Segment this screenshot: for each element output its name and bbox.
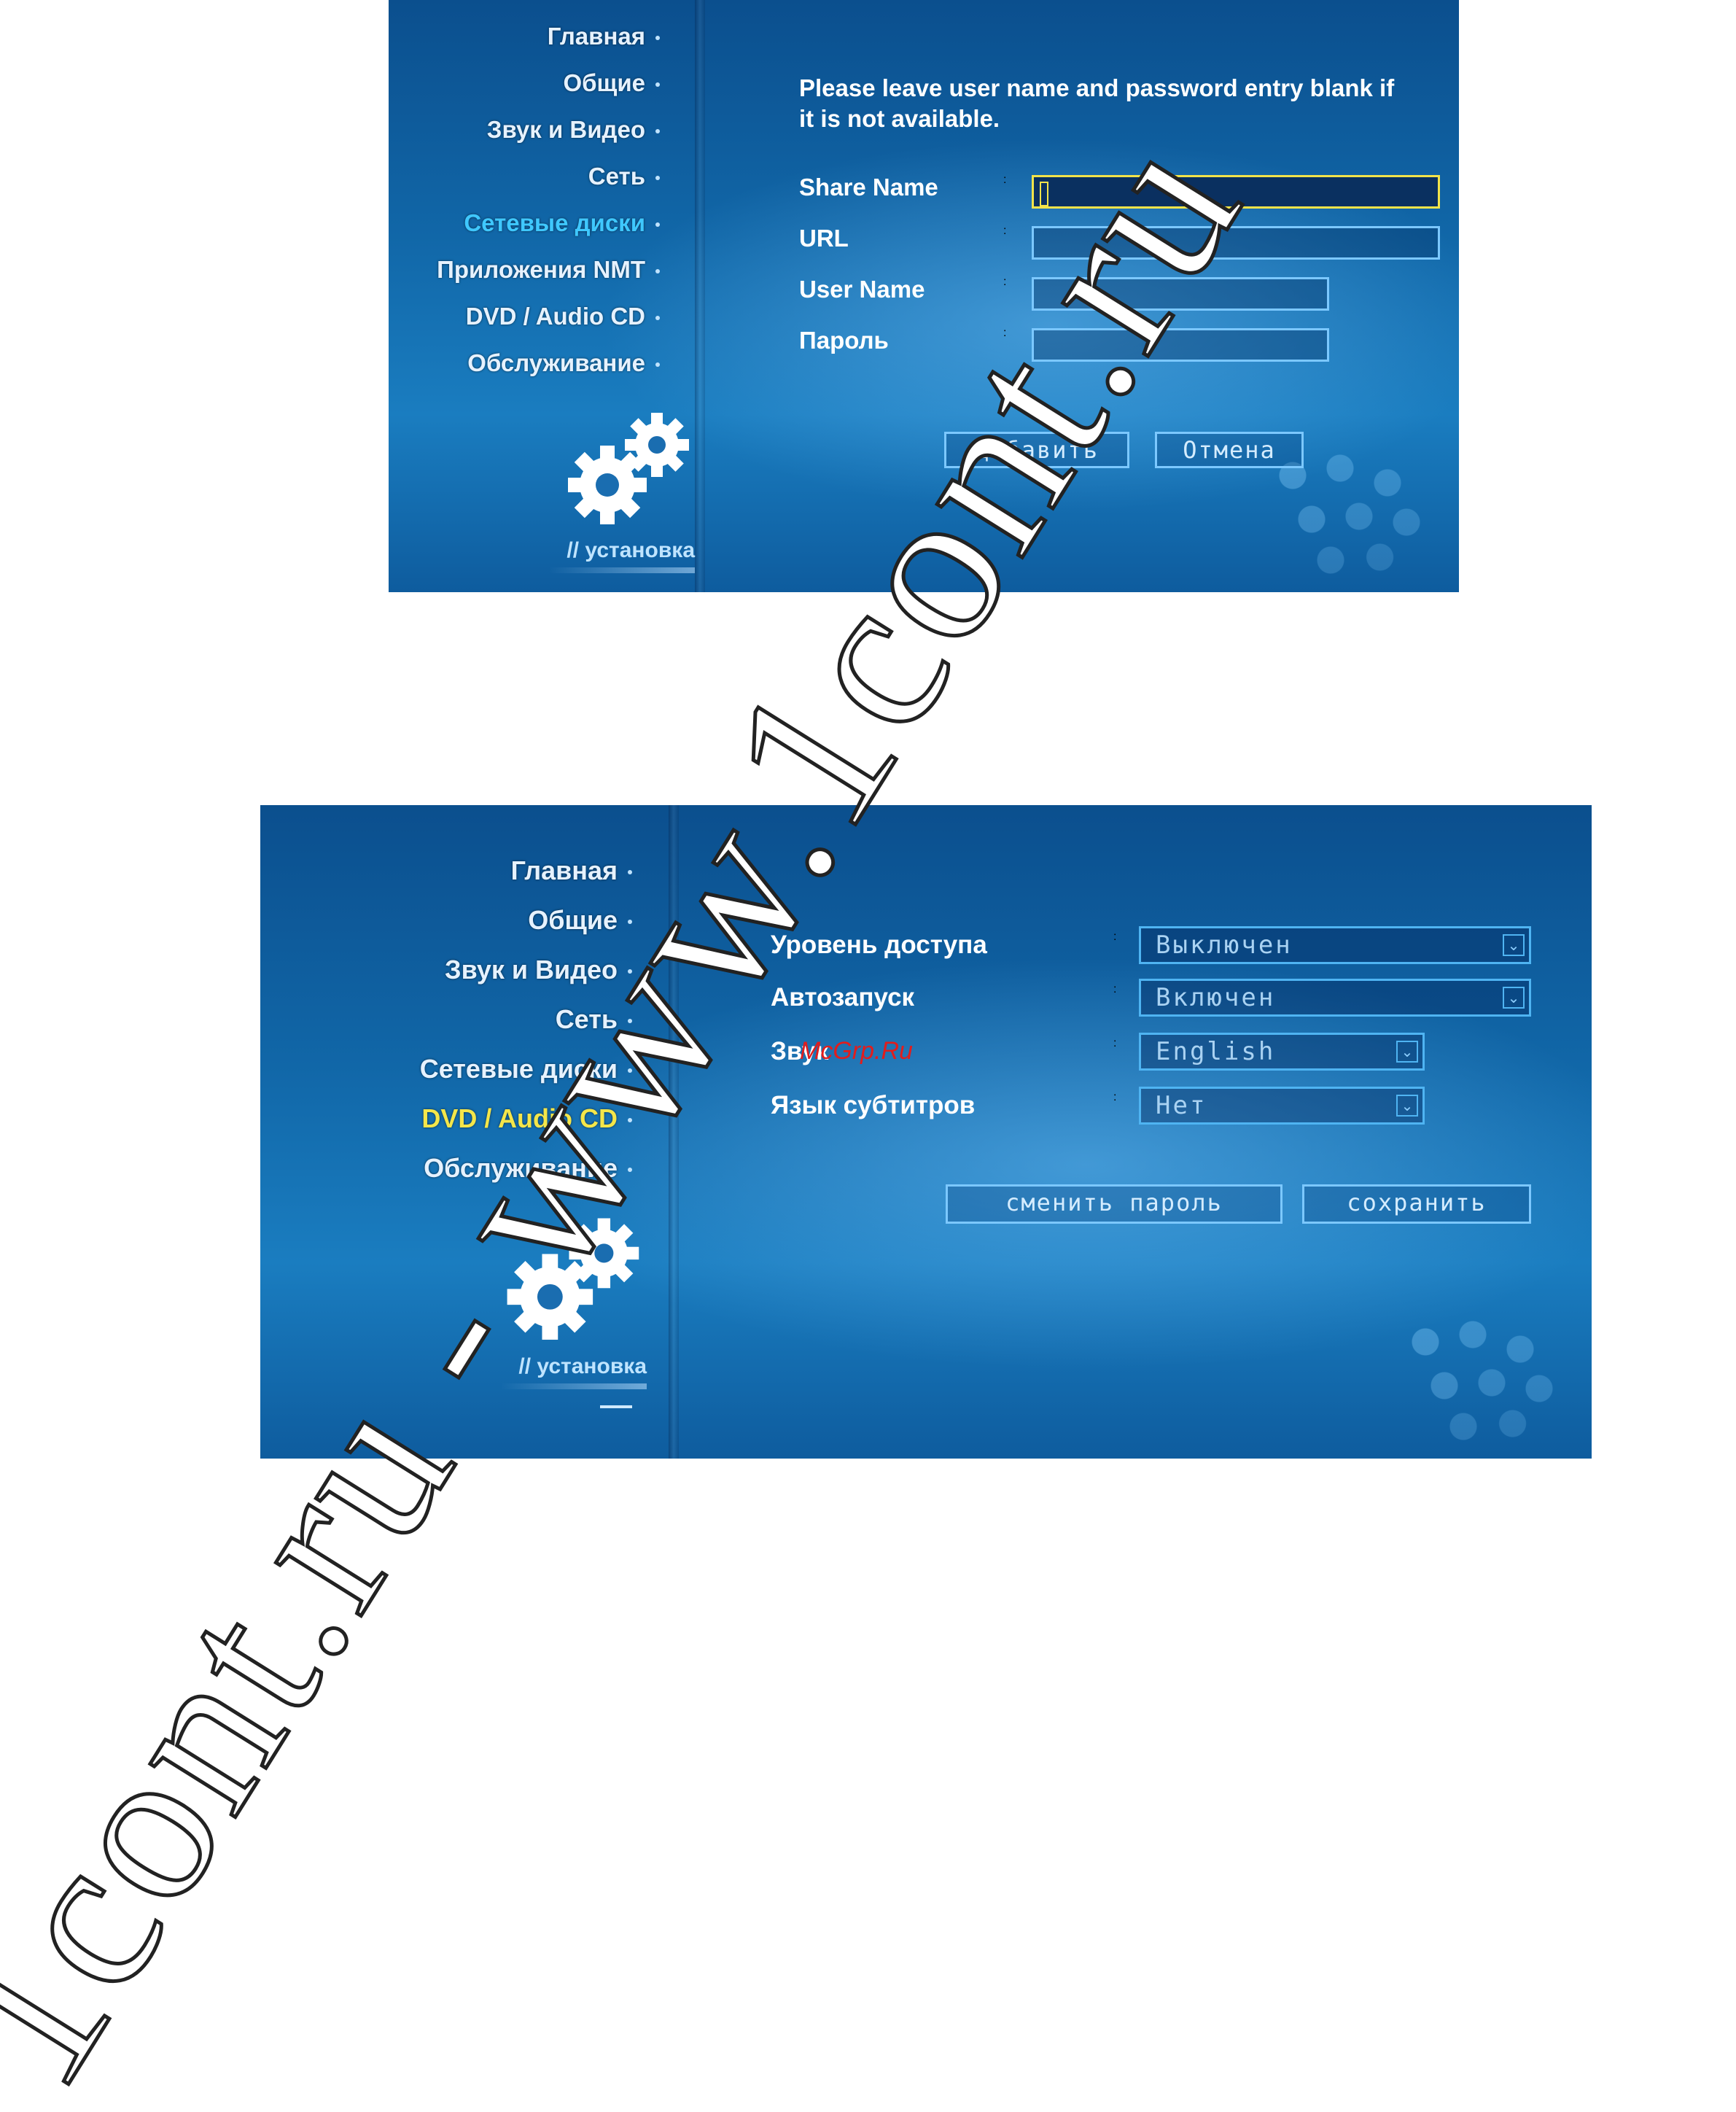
dvd-audio-cd-settings-screen: Главная Общие Звук и Видео Сеть Сетевые …: [260, 805, 1592, 1459]
menu-bullet-icon: [655, 129, 660, 134]
section-underline: [501, 1383, 647, 1389]
chevron-down-icon[interactable]: ⌄: [1503, 934, 1525, 956]
colon: :: [1113, 1091, 1117, 1103]
user-name-input[interactable]: [1032, 277, 1329, 311]
menu-bullet-icon: [628, 1118, 632, 1123]
menu-item-network-shares[interactable]: Сетевые диски: [396, 207, 695, 254]
password-row: Пароль: [799, 327, 889, 354]
gears-icon: [568, 413, 689, 524]
panel-divider: [669, 805, 679, 1459]
scroll-indicator: [600, 1405, 632, 1408]
user-name-row: User Name: [799, 276, 925, 303]
parental-level-label: Уровень доступа: [771, 931, 987, 959]
menu-item-main[interactable]: Главная: [289, 853, 647, 903]
section-underline: [549, 567, 695, 573]
section-label: // установка: [518, 1354, 647, 1378]
chevron-down-icon[interactable]: ⌄: [1503, 987, 1525, 1009]
colon: :: [1003, 276, 1007, 288]
autoplay-label: Автозапуск: [771, 983, 915, 1012]
password-label: Пароль: [799, 327, 889, 354]
menu-item-nmt-apps[interactable]: Приложения NMT: [396, 254, 695, 300]
menu-bullet-icon: [628, 920, 632, 925]
gears-icon: [507, 1218, 639, 1340]
chevron-down-icon[interactable]: ⌄: [1396, 1041, 1418, 1063]
menu-bullet-icon: [655, 222, 660, 228]
url-label: URL: [799, 225, 849, 252]
chevron-down-icon[interactable]: ⌄: [1396, 1095, 1418, 1117]
autoplay-select[interactable]: Включен ⌄: [1139, 979, 1531, 1017]
change-password-button[interactable]: сменить пароль: [946, 1184, 1282, 1224]
subtitle-language-value: Нет: [1156, 1091, 1207, 1120]
colon: :: [1113, 983, 1117, 995]
colon: :: [1113, 1037, 1117, 1049]
menu-item-maintenance[interactable]: Обслуживание: [289, 1151, 647, 1200]
menu-bullet-icon: [655, 36, 660, 41]
share-name-input[interactable]: [1032, 175, 1440, 209]
menu-item-network[interactable]: Сеть: [396, 160, 695, 207]
cancel-button[interactable]: Отмена: [1155, 432, 1304, 468]
share-name-label: Share Name: [799, 174, 938, 201]
info-message: Please leave user name and password entr…: [799, 74, 1395, 132]
colon: :: [1003, 327, 1007, 339]
user-name-label: User Name: [799, 276, 925, 303]
menu-item-audio-video[interactable]: Звук и Видео: [289, 952, 647, 1002]
menu-bullet-icon: [628, 1019, 632, 1024]
menu-bullet-icon: [655, 176, 660, 181]
subtitle-language-label: Язык субтитров: [771, 1091, 976, 1119]
colon: :: [1003, 225, 1007, 237]
menu-bullet-icon: [628, 870, 632, 875]
menu-bullet-icon: [655, 269, 660, 274]
url-input[interactable]: [1032, 226, 1440, 260]
setup-section-badge: // установка: [527, 408, 695, 573]
menu-item-network[interactable]: Сеть: [289, 1002, 647, 1052]
network-share-add-screen: Главная Общие Звук и Видео Сеть Сетевые …: [389, 0, 1459, 592]
share-name-row: Share Name: [799, 174, 938, 201]
menu-item-audio-video[interactable]: Звук и Видео: [396, 114, 695, 160]
settings-menu: Главная Общие Звук и Видео Сеть Сетевые …: [289, 853, 647, 1200]
menu-item-maintenance[interactable]: Обслуживание: [396, 347, 695, 394]
save-button[interactable]: сохранить: [1302, 1184, 1531, 1224]
colon: :: [1113, 931, 1117, 943]
password-input[interactable]: [1032, 328, 1329, 362]
parental-level-select[interactable]: Выключен ⌄: [1139, 926, 1531, 964]
section-label: // установка: [567, 538, 695, 562]
menu-bullet-icon: [655, 316, 660, 321]
menu-item-dvd-audio-cd[interactable]: DVD / Audio CD: [289, 1101, 647, 1151]
menu-item-network-shares[interactable]: Сетевые диски: [289, 1052, 647, 1101]
settings-menu: Главная Общие Звук и Видео Сеть Сетевые …: [396, 20, 695, 394]
menu-item-dvd-audio-cd[interactable]: DVD / Audio CD: [396, 300, 695, 347]
background-dots: [1387, 1298, 1577, 1444]
audio-language-value: English: [1156, 1037, 1276, 1066]
watermark-label: McGrp.Ru: [800, 1037, 913, 1065]
menu-bullet-icon: [628, 1068, 632, 1074]
audio-language-select[interactable]: English ⌄: [1139, 1033, 1425, 1071]
menu-item-general[interactable]: Общие: [396, 67, 695, 114]
menu-bullet-icon: [628, 969, 632, 974]
menu-item-general[interactable]: Общие: [289, 903, 647, 952]
add-button[interactable]: добавить: [944, 432, 1129, 468]
setup-section-badge: // установка: [472, 1214, 647, 1408]
panel-divider: [695, 0, 705, 592]
subtitle-language-select[interactable]: Нет ⌄: [1139, 1087, 1425, 1125]
autoplay-value: Включен: [1156, 983, 1276, 1012]
menu-bullet-icon: [655, 362, 660, 368]
url-row: URL: [799, 225, 849, 252]
menu-bullet-icon: [655, 82, 660, 88]
menu-item-main[interactable]: Главная: [396, 20, 695, 67]
colon: :: [1003, 174, 1007, 186]
menu-bullet-icon: [628, 1168, 632, 1173]
parental-level-value: Выключен: [1156, 931, 1293, 960]
